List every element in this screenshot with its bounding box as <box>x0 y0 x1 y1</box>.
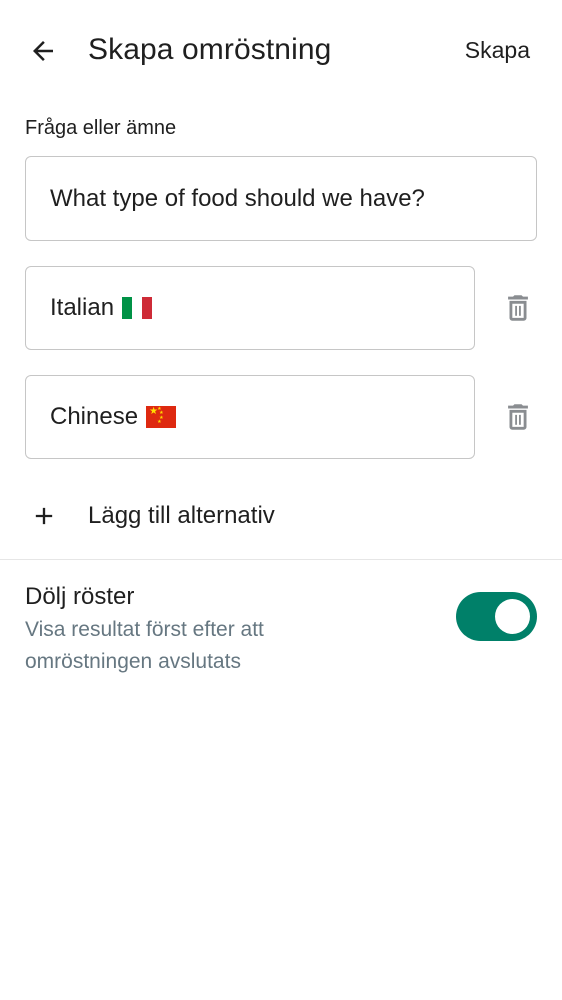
question-label: Fråga eller ämne <box>25 117 177 139</box>
arrow-back-icon <box>33 41 53 61</box>
question-input[interactable] <box>50 184 536 213</box>
page-title: Skapa omröstning <box>88 33 332 66</box>
divider <box>0 559 562 560</box>
china-flag-icon: ★ ★ ★ ★ ★ <box>146 406 177 428</box>
back-button[interactable] <box>22 30 64 72</box>
trash-icon <box>508 295 528 321</box>
toggle-knob <box>495 599 530 634</box>
option-field-2[interactable]: Chinese ★ ★ ★ ★ ★ <box>25 375 475 459</box>
top-app-bar: Skapa omröstning Skapa <box>0 0 562 100</box>
hide-votes-toggle[interactable] <box>456 592 537 641</box>
trash-icon <box>508 404 528 430</box>
create-poll-screen: Skapa omröstning Skapa Fråga eller ämne … <box>0 0 562 1000</box>
italy-flag-icon <box>122 297 153 319</box>
question-field[interactable] <box>25 156 537 241</box>
option-field-1[interactable]: Italian <box>25 266 475 350</box>
plus-icon <box>35 507 53 525</box>
option-text-2: Chinese <box>50 403 139 430</box>
delete-option-2-button[interactable] <box>500 397 536 437</box>
hide-votes-title: Dölj röster <box>25 583 135 610</box>
delete-option-1-button[interactable] <box>500 288 536 328</box>
add-option-button[interactable]: Lägg till alternativ <box>0 492 562 540</box>
create-button[interactable]: Skapa <box>465 36 530 64</box>
hide-votes-description: Visa resultat först efter att omröstning… <box>25 618 264 673</box>
add-option-label: Lägg till alternativ <box>88 502 275 529</box>
option-text-1: Italian <box>50 294 115 321</box>
